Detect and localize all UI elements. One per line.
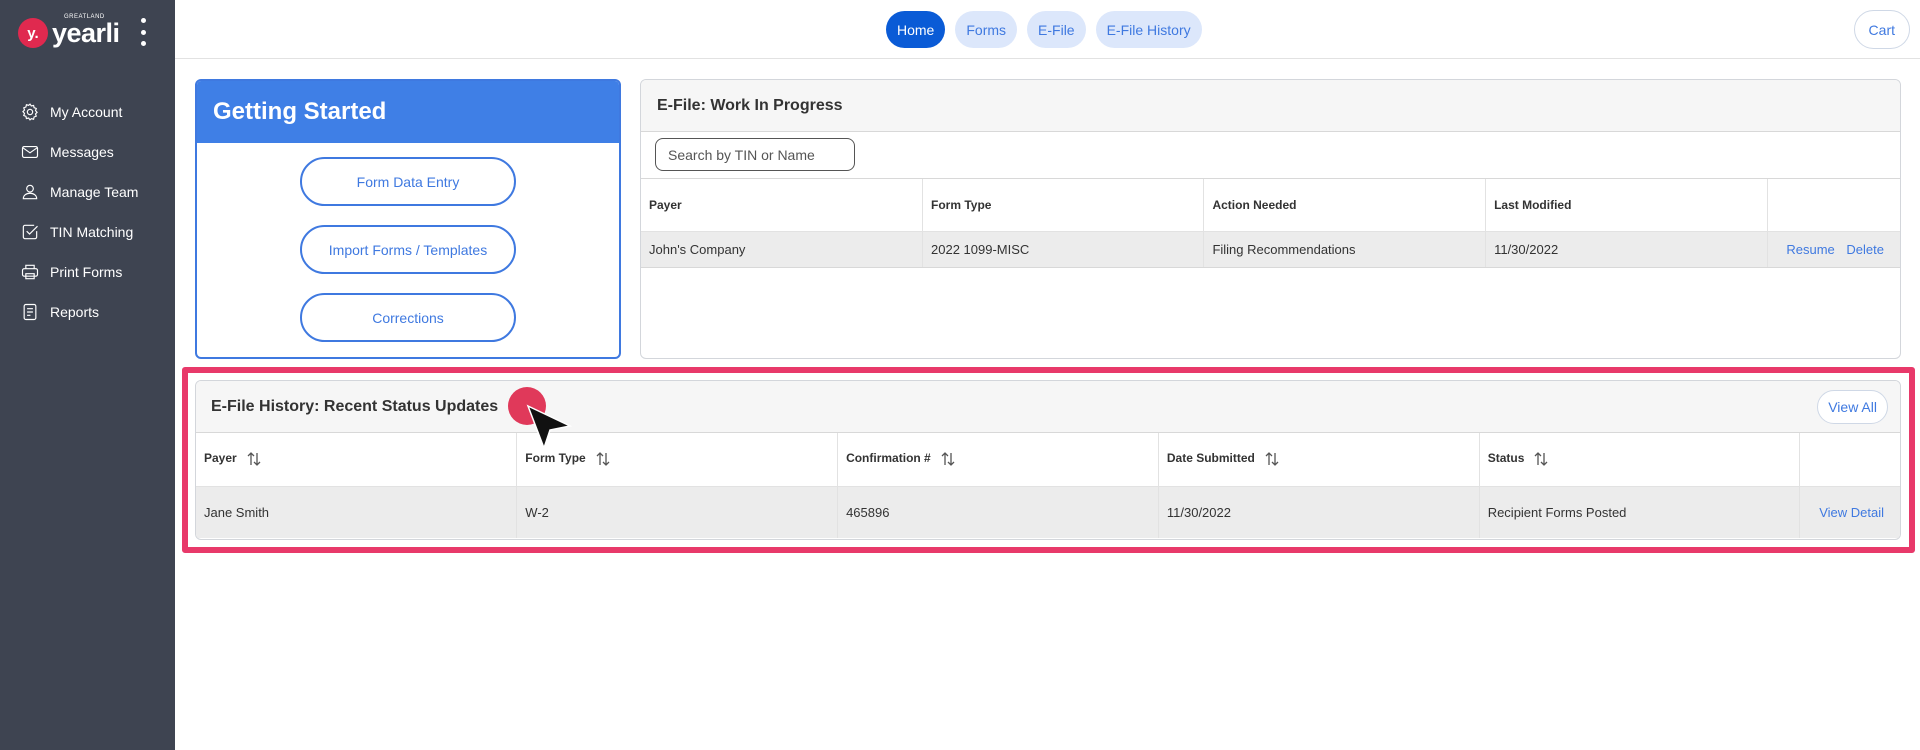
sort-icon[interactable] [594,450,612,468]
table-row: John's Company 2022 1099-MISC Filing Rec… [641,231,1900,268]
column-header-confirmation[interactable]: Confirmation # [837,433,1159,487]
table-header-row: Payer Form Type Confirmation # Date Subm… [196,433,1900,487]
cell-last-modified: 11/30/2022 [1485,231,1768,268]
column-header-payer[interactable]: Payer [196,433,518,487]
efile-history-table: Payer Form Type Confirmation # Date Subm… [196,433,1900,538]
top-nav-bar: Home Forms E-File E-File History Cart [175,0,1920,59]
tab-forms[interactable]: Forms [955,11,1018,48]
delete-link[interactable]: Delete [1846,242,1884,257]
cell-actions: View Detail [1799,486,1900,538]
report-icon [23,303,37,321]
table-header-row: Payer Form Type Action Needed Last Modif… [641,179,1900,232]
column-header-actions [1799,433,1900,487]
printer-icon [21,264,39,280]
view-detail-link[interactable]: View Detail [1819,505,1884,520]
work-in-progress-title: E-File: Work In Progress [641,80,1900,132]
search-input[interactable] [655,138,855,171]
user-icon [22,184,38,200]
cell-confirmation: 465896 [837,486,1159,538]
more-menu-icon[interactable] [138,18,148,46]
column-header-date-submitted[interactable]: Date Submitted [1158,433,1480,487]
getting-started-card: Getting Started Form Data Entry Import F… [195,79,621,359]
sidebar-item-label: Reports [50,304,100,320]
import-forms-templates-button[interactable]: Import Forms / Templates [300,225,516,274]
mouse-cursor-icon [526,404,572,450]
sidebar-item-messages[interactable]: Messages [0,132,175,172]
efile-history-title: E-File History: Recent Status Updates [211,397,499,415]
column-header-form-type: Form Type [922,179,1205,232]
main-tabs: Home Forms E-File E-File History [886,11,1202,48]
mail-icon [21,146,39,158]
sidebar-item-label: Messages [50,144,114,160]
sort-icon[interactable] [1532,450,1550,468]
column-header-last-modified: Last Modified [1485,179,1768,232]
resume-link[interactable]: Resume [1786,242,1834,257]
efile-history-card: E-File History: Recent Status Updates Vi… [195,380,1901,540]
getting-started-title: Getting Started [197,81,619,143]
cell-action-needed: Filing Recommendations [1203,231,1487,268]
sidebar: y. GREATLAND yearli My Account Messages … [0,0,175,750]
sidebar-item-tin-matching[interactable]: TIN Matching [0,212,175,252]
work-in-progress-card: E-File: Work In Progress Payer Form Type… [640,79,1901,359]
work-in-progress-table: Payer Form Type Action Needed Last Modif… [641,179,1900,268]
sidebar-nav: My Account Messages Manage Team TIN Matc… [0,92,175,332]
check-doc-icon [22,224,38,240]
sidebar-item-reports[interactable]: Reports [0,292,175,332]
cell-payer: Jane Smith [196,486,518,538]
cell-date-submitted: 11/30/2022 [1158,486,1480,538]
logo-name: yearli [52,17,120,48]
column-header-action-needed: Action Needed [1203,179,1487,232]
sidebar-item-manage-team[interactable]: Manage Team [0,172,175,212]
form-data-entry-button[interactable]: Form Data Entry [300,157,516,206]
column-header-payer: Payer [641,179,923,232]
cell-actions: Resume Delete [1767,231,1900,268]
corrections-button[interactable]: Corrections [300,293,516,342]
tab-home[interactable]: Home [886,11,946,48]
cell-status: Recipient Forms Posted [1479,486,1801,538]
cell-payer: John's Company [641,231,923,268]
sidebar-item-my-account[interactable]: My Account [0,92,175,132]
tab-e-file-history[interactable]: E-File History [1095,11,1202,48]
sort-icon[interactable] [245,450,263,468]
cell-form-type: W-2 [516,486,839,538]
logo-subtitle: GREATLAND [64,13,105,20]
sidebar-item-label: My Account [50,104,123,120]
sidebar-item-print-forms[interactable]: Print Forms [0,252,175,292]
table-row: Jane Smith W-2 465896 11/30/2022 Recipie… [196,486,1900,538]
column-header-status[interactable]: Status [1479,433,1801,487]
yearli-logo[interactable]: y. GREATLAND yearli [18,14,120,52]
logo-badge: y. [18,18,48,48]
sidebar-item-label: TIN Matching [50,224,134,240]
column-header-actions [1767,179,1900,232]
cell-form-type: 2022 1099-MISC [922,231,1205,268]
sidebar-item-label: Manage Team [50,184,139,200]
tab-e-file[interactable]: E-File [1027,11,1086,48]
sort-icon[interactable] [1263,450,1281,468]
view-all-button[interactable]: View All [1817,389,1888,424]
gear-icon [22,103,38,121]
sidebar-item-label: Print Forms [50,264,123,280]
cart-button[interactable]: Cart [1853,10,1910,49]
sort-icon[interactable] [939,450,957,468]
